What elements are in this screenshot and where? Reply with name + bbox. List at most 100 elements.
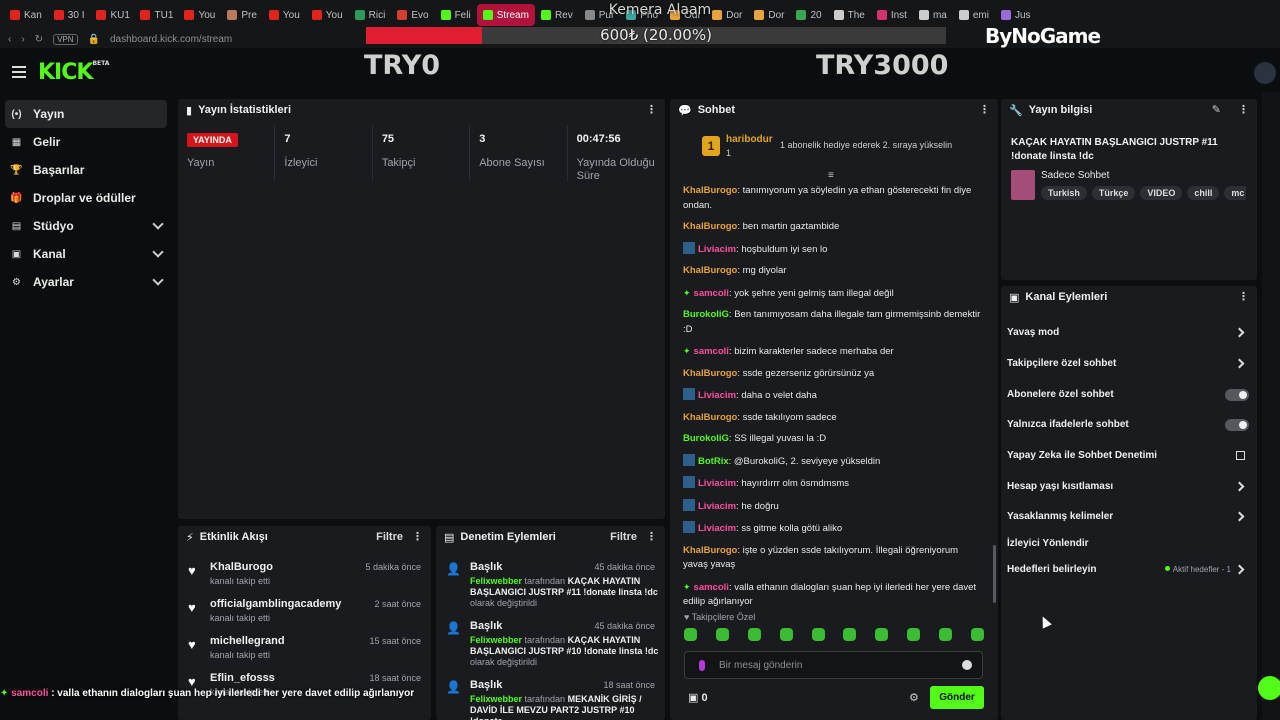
chat-username[interactable]: KhalBurogo	[683, 265, 737, 276]
toggle-switch[interactable]	[1225, 419, 1249, 431]
chat-username[interactable]: KhalBurogo	[683, 185, 737, 196]
sidebar-item-3[interactable]: 🎁 Droplar ve ödüller	[0, 184, 172, 212]
browser-tab[interactable]: Jus	[995, 4, 1037, 26]
forward-icon[interactable]: ›	[21, 34, 24, 45]
emote-icon[interactable]	[747, 628, 761, 641]
chat-username[interactable]: Liviacim	[698, 523, 736, 534]
chevron-right-icon[interactable]	[1234, 358, 1245, 369]
chat-username[interactable]: samcoli	[694, 346, 729, 357]
chat-username[interactable]: Liviacim	[698, 501, 736, 512]
stream-tag[interactable]: Türkçe	[1091, 186, 1136, 200]
chevron-down-icon[interactable]	[152, 274, 164, 286]
chat-username[interactable]: KhalBurogo	[683, 412, 737, 423]
url-field[interactable]: dashboard.kick.com/stream	[110, 34, 232, 45]
browser-tab[interactable]: Rev	[535, 4, 579, 26]
sidebar-item-6[interactable]: ⚙ Ayarlar	[0, 268, 172, 296]
chevron-right-icon[interactable]	[1234, 327, 1245, 338]
browser-tab[interactable]: You	[263, 4, 306, 26]
chat-username[interactable]: samcoli	[694, 288, 729, 299]
activity-filter-button[interactable]: Filtre	[376, 531, 403, 543]
pinned-gift-banner[interactable]: 1 haribodur 1 1 abonelik hediye ederek 2…	[676, 126, 994, 166]
more-icon[interactable]: ⋮	[979, 103, 990, 116]
emoji-icon[interactable]	[962, 660, 972, 670]
vpn-badge[interactable]: VPN	[53, 33, 78, 45]
browser-tab[interactable]: Feli	[435, 4, 477, 26]
microphone-icon[interactable]	[699, 660, 705, 671]
channel-action-item[interactable]: Hedefleri belirleyin Aktif hedefler - 1	[1007, 560, 1249, 580]
chevron-down-icon[interactable]	[152, 246, 164, 258]
browser-tab[interactable]: 30 I	[48, 4, 91, 26]
chat-message-input[interactable]: Bir mesaj gönderin	[684, 651, 983, 679]
chevron-right-icon[interactable]	[1234, 564, 1245, 575]
browser-tab[interactable]: ma	[913, 4, 953, 26]
chat-username[interactable]: samcoli	[694, 582, 729, 593]
activity-item[interactable]: ♥ officialgamblingacademy kanalı takip ett…	[178, 593, 431, 630]
channel-action-item[interactable]: İzleyici Yönlendir	[1007, 534, 1249, 554]
menu-icon[interactable]	[12, 66, 26, 78]
browser-tab[interactable]: Dor	[748, 4, 790, 26]
channel-action-item[interactable]: Takipçilere özel sohbet	[1007, 354, 1249, 374]
sidebar-item-5[interactable]: ▣ Kanal	[0, 240, 172, 268]
emote-icon[interactable]	[843, 628, 857, 641]
user-avatar[interactable]	[1254, 62, 1276, 84]
channel-action-item[interactable]: Yasaklanmış kelimeler	[1007, 507, 1249, 527]
chat-username[interactable]: Liviacim	[698, 390, 736, 401]
sidebar-item-1[interactable]: ▦ Gelir	[0, 128, 172, 156]
chat-username[interactable]: Liviacim	[698, 244, 736, 255]
browser-tab[interactable]: Evo	[391, 4, 434, 26]
kick-logo[interactable]: KICKBETA	[38, 60, 109, 85]
channel-action-item[interactable]: Yavaş mod	[1007, 323, 1249, 343]
browser-tab[interactable]: KU1	[90, 4, 134, 26]
emote-icon[interactable]	[779, 628, 793, 641]
stream-tag[interactable]: Turkish	[1041, 186, 1087, 200]
more-icon[interactable]: ⋮	[646, 530, 657, 543]
chat-username[interactable]: Liviacim	[698, 478, 736, 489]
external-link-icon[interactable]	[1236, 451, 1245, 460]
sidebar-item-4[interactable]: ▤ Stüdyo	[0, 212, 172, 240]
chat-username[interactable]: BotRix	[698, 456, 729, 467]
back-icon[interactable]: ‹	[8, 34, 11, 45]
browser-tab[interactable]: The	[828, 4, 871, 26]
chevron-right-icon[interactable]	[1234, 511, 1245, 522]
sidebar-item-2[interactable]: 🏆 Başarılar	[0, 156, 172, 184]
browser-tab[interactable]: Pre	[221, 4, 263, 26]
stream-tag[interactable]: mc	[1224, 186, 1246, 200]
stream-tag[interactable]: VIDEO	[1140, 186, 1183, 200]
more-icon[interactable]: ⋮	[1238, 103, 1249, 116]
emote-icon[interactable]	[811, 628, 825, 641]
channel-action-item[interactable]: Abonelere özel sohbet	[1007, 385, 1249, 405]
collapse-icon[interactable]: ≡	[828, 170, 834, 181]
moderation-item[interactable]: 👤 Başlık Felixwebber tarafından KAÇAK HAYA…	[436, 615, 665, 674]
send-button[interactable]: Gönder	[930, 686, 984, 709]
chat-scrollbar[interactable]	[993, 545, 996, 603]
browser-tab[interactable]: Kan	[4, 4, 48, 26]
browser-tab[interactable]: Stream	[476, 4, 535, 26]
toggle-switch[interactable]	[1225, 389, 1249, 401]
activity-item[interactable]: ♥ KhalBurogo kanalı takip etti 5 dakika önc…	[178, 556, 431, 593]
more-icon[interactable]: ⋮	[646, 103, 657, 116]
edit-icon[interactable]: ✎	[1212, 103, 1221, 116]
chat-username[interactable]: KhalBurogo	[683, 221, 737, 232]
browser-tab[interactable]: Rici	[349, 4, 392, 26]
channel-action-item[interactable]: Yapay Zeka ile Sohbet Denetimi	[1007, 446, 1249, 466]
chevron-down-icon[interactable]	[152, 218, 164, 230]
stream-tag[interactable]: chill	[1187, 186, 1220, 200]
browser-tab[interactable]: You	[178, 4, 221, 26]
browser-tab[interactable]: You	[306, 4, 349, 26]
channel-action-item[interactable]: Hesap yaşı kısıtlaması	[1007, 477, 1249, 497]
chat-username[interactable]: KhalBurogo	[683, 545, 737, 556]
browser-tab[interactable]: Inst	[871, 4, 913, 26]
browser-tab[interactable]: TU1	[134, 4, 178, 26]
stream-category[interactable]: Sadece Sohbet	[1041, 170, 1109, 181]
chat-username[interactable]: KhalBurogo	[683, 368, 737, 379]
emote-icon[interactable]	[970, 628, 984, 641]
activity-item[interactable]: ♥ michellegrand kanalı takip etti 15 saat ö…	[178, 630, 431, 667]
channel-action-item[interactable]: Yalnızca ifadelerle sohbet	[1007, 415, 1249, 435]
help-chat-icon[interactable]	[1258, 676, 1280, 700]
browser-tab[interactable]: 20	[790, 4, 827, 26]
chat-username[interactable]: BurokoliG	[683, 309, 729, 320]
sidebar-item-0[interactable]: (•) Yayın	[5, 100, 167, 128]
more-icon[interactable]: ⋮	[1238, 290, 1249, 303]
emote-icon[interactable]	[875, 628, 889, 641]
moderation-filter-button[interactable]: Filtre	[610, 531, 637, 543]
